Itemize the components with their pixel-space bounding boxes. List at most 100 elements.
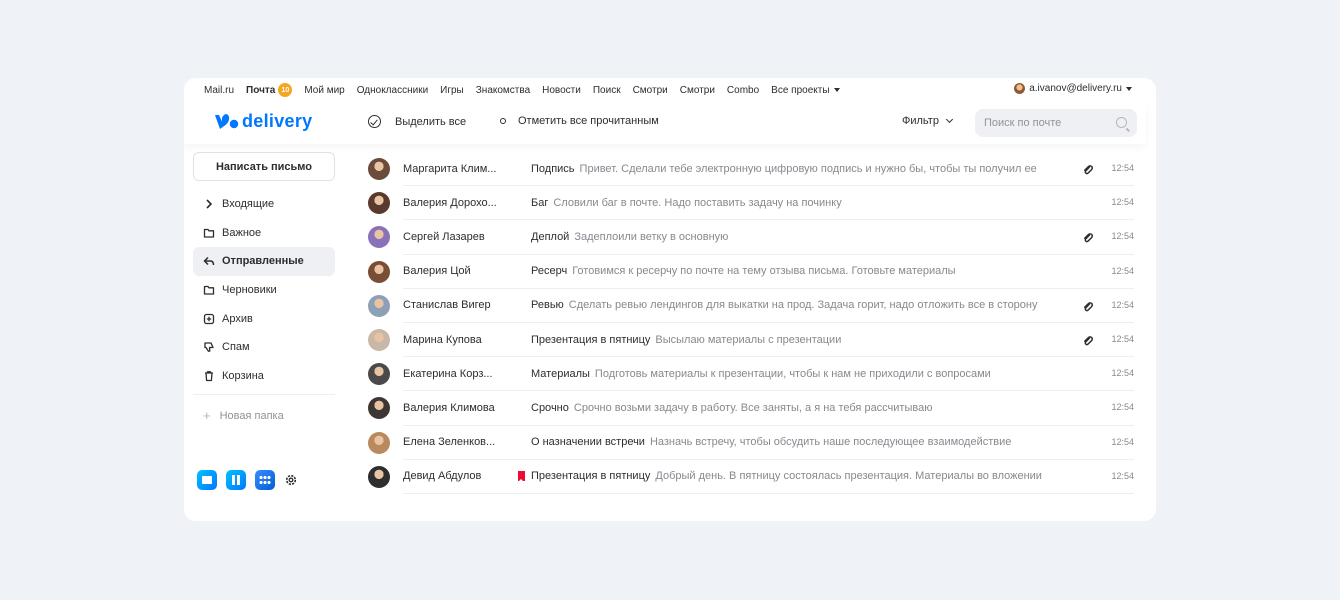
plus-icon: + (203, 408, 211, 423)
portal-link-label: Мой мир (304, 84, 345, 96)
sender-avatar[interactable] (368, 226, 390, 249)
sender-avatar[interactable] (368, 294, 390, 317)
mail-row[interactable]: Сергей Лазарев Деплой Задеплоили ветку в о… (368, 220, 1134, 255)
paperclip-icon[interactable] (1082, 163, 1094, 175)
portal-link[interactable]: Почта 10 (246, 83, 293, 97)
portal-link[interactable]: Поиск (593, 85, 621, 96)
mail-row[interactable]: Станислав Вигер Ревью Сделать ревью лендин… (368, 289, 1134, 323)
logo-mark-icon (215, 113, 239, 129)
chevron-right-icon (203, 198, 215, 210)
sidebar-folder[interactable]: Черновики (193, 276, 335, 305)
mail-sender: Валерия Дорохо... (403, 196, 497, 209)
portal-link[interactable]: Одноклассники (357, 85, 428, 96)
mail-subject: Подпись (531, 162, 575, 175)
folder-icon (203, 227, 215, 239)
sender-avatar[interactable] (368, 431, 390, 454)
user-avatar (1014, 83, 1026, 94)
portal-link-label: Игры (440, 84, 464, 96)
portal-link[interactable]: Смотри (633, 85, 668, 96)
portal-link-label: Знакомства (475, 84, 531, 96)
chevron-down-icon (945, 115, 953, 124)
new-folder-button[interactable]: + Новая папка (203, 408, 284, 423)
portal-link[interactable]: Знакомства (476, 85, 530, 96)
paperclip-icon[interactable] (1082, 231, 1094, 243)
search-box (975, 109, 1137, 137)
mail-row[interactable]: Маргарита Клим... Подпись Привет. Сделали … (368, 152, 1134, 187)
sidebar-folder[interactable]: Входящие (193, 190, 335, 219)
portal-link[interactable]: Игры (440, 85, 464, 96)
mail-sender: Валерия Цой (403, 265, 471, 278)
mail-time: 12:54 (1111, 402, 1134, 413)
sidebar-divider (193, 394, 335, 395)
sidebar-folder[interactable]: Архив (193, 304, 335, 333)
filter-dropdown[interactable]: Фильтр (902, 115, 953, 127)
sidebar-folder[interactable]: Важное (193, 219, 335, 248)
mail-row[interactable]: Валерия Климова Срочно Срочно возьми задач… (368, 391, 1134, 426)
mail-row[interactable]: Валерия Цой Ресерч Готовимся к ресерчу по … (368, 255, 1134, 289)
caret-down-icon (833, 88, 840, 92)
sender-avatar[interactable] (368, 158, 390, 180)
mail-snippet: Срочно возьми задачу в работу. Все занят… (573, 401, 933, 414)
portal-link-label: Поиск (592, 84, 621, 96)
contacts-app-icon[interactable] (226, 470, 246, 490)
mail-time: 12:54 (1111, 470, 1134, 481)
mail-time: 12:54 (1111, 368, 1134, 379)
portal-link[interactable]: Все проекты (771, 85, 840, 96)
portal-link[interactable]: Смотри (680, 85, 715, 96)
mail-row[interactable]: Валерия Дорохо... Баг Словили баг в почте.… (368, 186, 1134, 221)
mark-all-read-button[interactable]: Отметить все прочитанным (500, 115, 659, 127)
folder-list: Входящие Важное Отправленные Черновики Архив… (193, 190, 335, 390)
logo-text: delivery (242, 111, 313, 131)
paperclip-icon[interactable] (1082, 334, 1094, 346)
logo[interactable]: delivery (213, 111, 312, 132)
search-input[interactable] (984, 117, 1114, 129)
flag-slot[interactable] (511, 471, 531, 483)
portal-link[interactable]: Combo (727, 85, 759, 96)
portal-link-label: Mail.ru (204, 84, 235, 96)
mail-subject: Баг (531, 196, 549, 209)
folder-icon (203, 284, 215, 296)
cloud-files-app-icon[interactable] (197, 470, 217, 490)
paperclip-icon[interactable] (1082, 300, 1094, 312)
select-all-button[interactable]: Выделить все (368, 115, 466, 128)
sidebar-folder[interactable]: Отправленные (193, 247, 335, 276)
sender-avatar[interactable] (368, 260, 390, 283)
caret-down-icon (1126, 86, 1132, 91)
folder-label: Черновики (222, 284, 277, 297)
portal-link[interactable]: Новости (542, 85, 581, 96)
mail-subject: Деплой (531, 230, 570, 243)
user-menu[interactable]: a.ivanov@delivery.ru (1014, 83, 1132, 94)
sidebar-folder[interactable]: Корзина (193, 362, 335, 391)
unread-count-badge: 10 (278, 83, 293, 97)
mail-subject: Ревью (531, 299, 564, 312)
mail-subject: Презентация в пятницу (531, 333, 651, 346)
gear-icon[interactable] (284, 473, 298, 487)
mail-subject: Ресерч (531, 265, 568, 278)
mail-sender: Елена Зеленков... (403, 436, 496, 449)
mail-time: 12:54 (1111, 436, 1134, 447)
mail-row[interactable]: Елена Зеленков... О назначении встречи Наз… (368, 426, 1134, 460)
trash-icon (203, 370, 215, 382)
mail-time: 12:54 (1111, 231, 1134, 242)
portal-link-label: Одноклассники (356, 84, 429, 96)
sender-avatar[interactable] (368, 192, 390, 215)
thumbs-down-icon (203, 341, 215, 353)
sender-avatar[interactable] (368, 465, 390, 488)
user-email: a.ivanov@delivery.ru (1029, 83, 1122, 94)
sender-avatar[interactable] (368, 397, 390, 420)
sidebar-folder[interactable]: Спам (193, 333, 335, 362)
portal-link[interactable]: Мой мир (304, 85, 344, 96)
sender-avatar[interactable] (368, 328, 390, 351)
mail-snippet: Сделать ревью лендингов для выкатки на п… (568, 299, 1038, 312)
mail-sender: Валерия Климова (403, 401, 495, 414)
mail-row[interactable]: Екатерина Корз... Материалы Подготовь мате… (368, 357, 1134, 392)
portal-link[interactable]: Mail.ru (204, 85, 234, 96)
sender-avatar[interactable] (368, 363, 390, 386)
compose-button[interactable]: Написать письмо (193, 152, 335, 181)
all-apps-icon[interactable] (255, 470, 275, 490)
archive-icon (203, 313, 215, 325)
mail-sender: Станислав Вигер (403, 299, 491, 312)
mail-row[interactable]: Марина Купова Презентация в пятницу Высыла… (368, 323, 1134, 358)
mail-row[interactable]: Девид Абдулов Презентация в пятницу Добрый… (368, 460, 1134, 494)
search-icon[interactable] (1116, 117, 1127, 128)
